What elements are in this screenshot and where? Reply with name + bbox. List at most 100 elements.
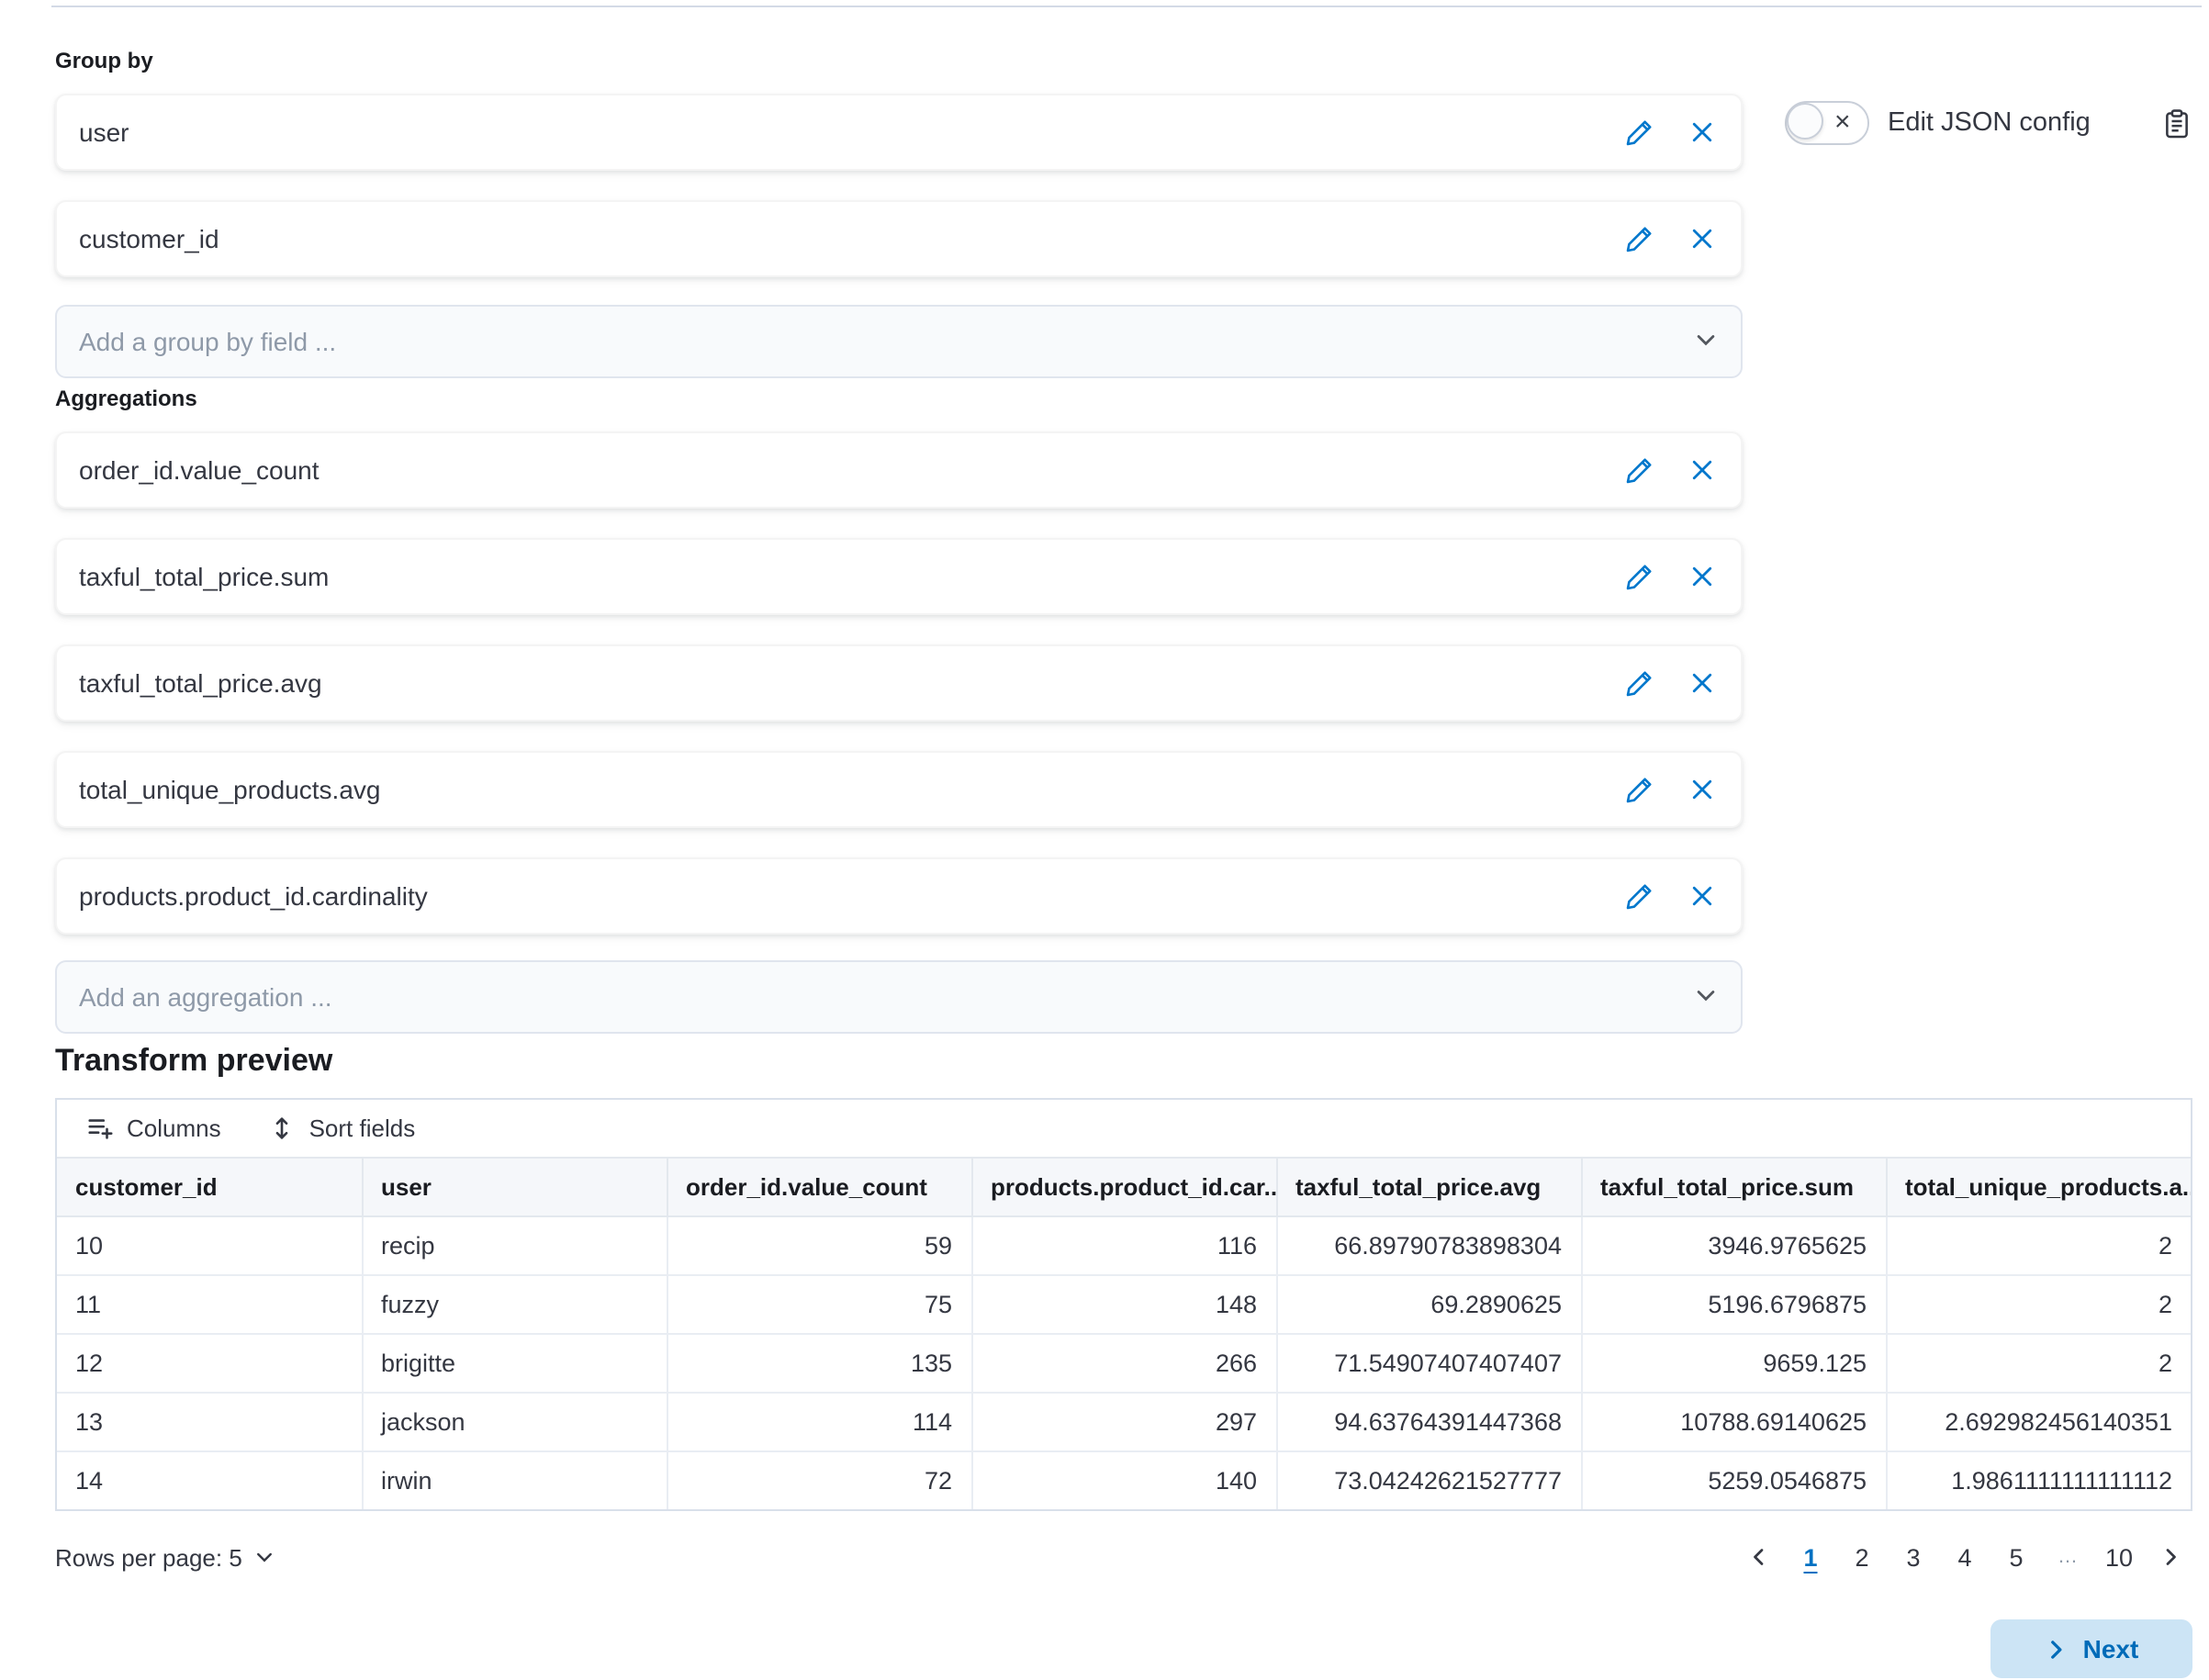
edit-pencil-icon[interactable]	[1623, 116, 1656, 149]
aggregation-item-label: products.product_id.cardinality	[79, 881, 1623, 911]
cell: 114	[667, 1393, 971, 1451]
header-cell-customer-id: customer_id	[57, 1158, 362, 1216]
cell: 140	[971, 1451, 1276, 1509]
remove-cross-icon[interactable]	[1686, 116, 1719, 149]
group-by-item: user	[55, 94, 1743, 171]
prev-page-icon[interactable]	[1737, 1535, 1781, 1579]
header-cell-taxful-avg: taxful_total_price.avg	[1276, 1158, 1581, 1216]
group-by-item-label: user	[79, 118, 1623, 147]
cell: 3946.9765625	[1581, 1216, 1886, 1275]
sort-fields-button[interactable]: Sort fields	[269, 1114, 416, 1142]
remove-cross-icon[interactable]	[1686, 773, 1719, 806]
chevron-right-icon	[2045, 1637, 2069, 1661]
group-by-item: customer_id	[55, 200, 1743, 277]
page-button[interactable]: 5	[1994, 1535, 2038, 1579]
cell: 148	[971, 1275, 1276, 1334]
columns-button[interactable]: Columns	[86, 1114, 221, 1142]
page-button[interactable]: 10	[2097, 1535, 2141, 1579]
cell: 12	[57, 1334, 362, 1393]
aggregation-item-label: taxful_total_price.avg	[79, 668, 1623, 698]
group-by-label: Group by	[55, 48, 1743, 73]
aggregation-item: taxful_total_price.avg	[55, 644, 1743, 722]
aggregation-item-label: total_unique_products.avg	[79, 775, 1623, 804]
header-cell-user: user	[362, 1158, 667, 1216]
next-button[interactable]: Next	[1990, 1619, 2192, 1678]
cell: brigitte	[362, 1334, 667, 1393]
config-column: Group by user customer_id	[55, 7, 1743, 1037]
chevron-down-icon	[253, 1546, 275, 1568]
aggregations-label: Aggregations	[55, 386, 1743, 411]
header-row: customer_id user order_id.value_count pr…	[57, 1158, 2191, 1216]
remove-cross-icon[interactable]	[1686, 666, 1719, 700]
cell: 116	[971, 1216, 1276, 1275]
header-cell-products-cardinality: products.product_id.car...	[971, 1158, 1276, 1216]
table-row: 11 fuzzy 75 148 69.2890625 5196.6796875 …	[57, 1275, 2191, 1334]
group-by-item-label: customer_id	[79, 224, 1623, 253]
cell: 135	[667, 1334, 971, 1393]
add-group-by-field-combobox[interactable]: Add a group by field ...	[55, 305, 1743, 378]
edit-pencil-icon[interactable]	[1623, 560, 1656, 593]
cell: 2	[1886, 1216, 2191, 1275]
cell: 2.692982456140351	[1886, 1393, 2191, 1451]
pager-row: Rows per page: 5 1 2 3 4 5 … 10	[55, 1535, 2192, 1579]
page-button[interactable]: 3	[1891, 1535, 1935, 1579]
remove-cross-icon[interactable]	[1686, 879, 1719, 913]
remove-cross-icon[interactable]	[1686, 222, 1719, 255]
remove-cross-icon[interactable]	[1686, 560, 1719, 593]
cell: 5259.0546875	[1581, 1451, 1886, 1509]
aggregation-item: total_unique_products.avg	[55, 751, 1743, 828]
transform-preview-title: Transform preview	[55, 1043, 2192, 1080]
cell: 5196.6796875	[1581, 1275, 1886, 1334]
cell: 73.04242621527777	[1276, 1451, 1581, 1509]
cell: 1.9861111111111112	[1886, 1451, 2191, 1509]
rows-per-page-button[interactable]: Rows per page: 5	[55, 1543, 275, 1571]
pagination: 1 2 3 4 5 … 10	[1737, 1535, 2192, 1579]
table-row: 12 brigitte 135 266 71.54907407407407 96…	[57, 1334, 2191, 1393]
edit-pencil-icon[interactable]	[1623, 454, 1656, 487]
header-cell-taxful-sum: taxful_total_price.sum	[1581, 1158, 1886, 1216]
header-cell-order-id-value-count: order_id.value_count	[667, 1158, 971, 1216]
header-cell-total-unique: total_unique_products.a...	[1886, 1158, 2191, 1216]
edit-json-toggle[interactable]: ×	[1785, 101, 1869, 145]
pagination-ellipsis: …	[2046, 1535, 2090, 1579]
cell: 13	[57, 1393, 362, 1451]
cell: 66.89790783898304	[1276, 1216, 1581, 1275]
cell: fuzzy	[362, 1275, 667, 1334]
chevron-down-icon	[1693, 981, 1719, 1013]
next-page-icon[interactable]	[2148, 1535, 2192, 1579]
cell: 59	[667, 1216, 971, 1275]
cell: recip	[362, 1216, 667, 1275]
cell: 2	[1886, 1275, 2191, 1334]
edit-pencil-icon[interactable]	[1623, 666, 1656, 700]
cell: 14	[57, 1451, 362, 1509]
edit-pencil-icon[interactable]	[1623, 222, 1656, 255]
cell: 10788.69140625	[1581, 1393, 1886, 1451]
cell: 94.63764391447368	[1276, 1393, 1581, 1451]
page-button[interactable]: 2	[1840, 1535, 1884, 1579]
aggregation-item-label: taxful_total_price.sum	[79, 562, 1623, 591]
page-button[interactable]: 4	[1943, 1535, 1987, 1579]
sort-fields-button-label: Sort fields	[309, 1114, 416, 1142]
cell: 71.54907407407407	[1276, 1334, 1581, 1393]
page-button[interactable]: 1	[1789, 1535, 1833, 1579]
cell: 2	[1886, 1334, 2191, 1393]
chevron-down-icon	[1693, 326, 1719, 357]
rows-per-page-label: Rows per page: 5	[55, 1543, 242, 1571]
preview-toolbar: Columns Sort fields	[57, 1100, 2191, 1157]
transform-preview-section: Transform preview Columns Sort fields cu…	[55, 1043, 2192, 1579]
table-row: 13 jackson 114 297 94.63764391447368 107…	[57, 1393, 2191, 1451]
cell: 69.2890625	[1276, 1275, 1581, 1334]
columns-button-label: Columns	[127, 1114, 221, 1142]
remove-cross-icon[interactable]	[1686, 454, 1719, 487]
add-aggregation-placeholder: Add an aggregation ...	[79, 982, 1693, 1012]
cell: 266	[971, 1334, 1276, 1393]
copy-clipboard-icon[interactable]	[2161, 107, 2192, 139]
cell: jackson	[362, 1393, 667, 1451]
cell: 75	[667, 1275, 971, 1334]
json-config-row: × Edit JSON config	[1785, 101, 2192, 145]
edit-pencil-icon[interactable]	[1623, 879, 1656, 913]
aggregation-item-label: order_id.value_count	[79, 455, 1623, 485]
add-aggregation-combobox[interactable]: Add an aggregation ...	[55, 960, 1743, 1034]
aggregation-item: taxful_total_price.sum	[55, 538, 1743, 615]
edit-pencil-icon[interactable]	[1623, 773, 1656, 806]
